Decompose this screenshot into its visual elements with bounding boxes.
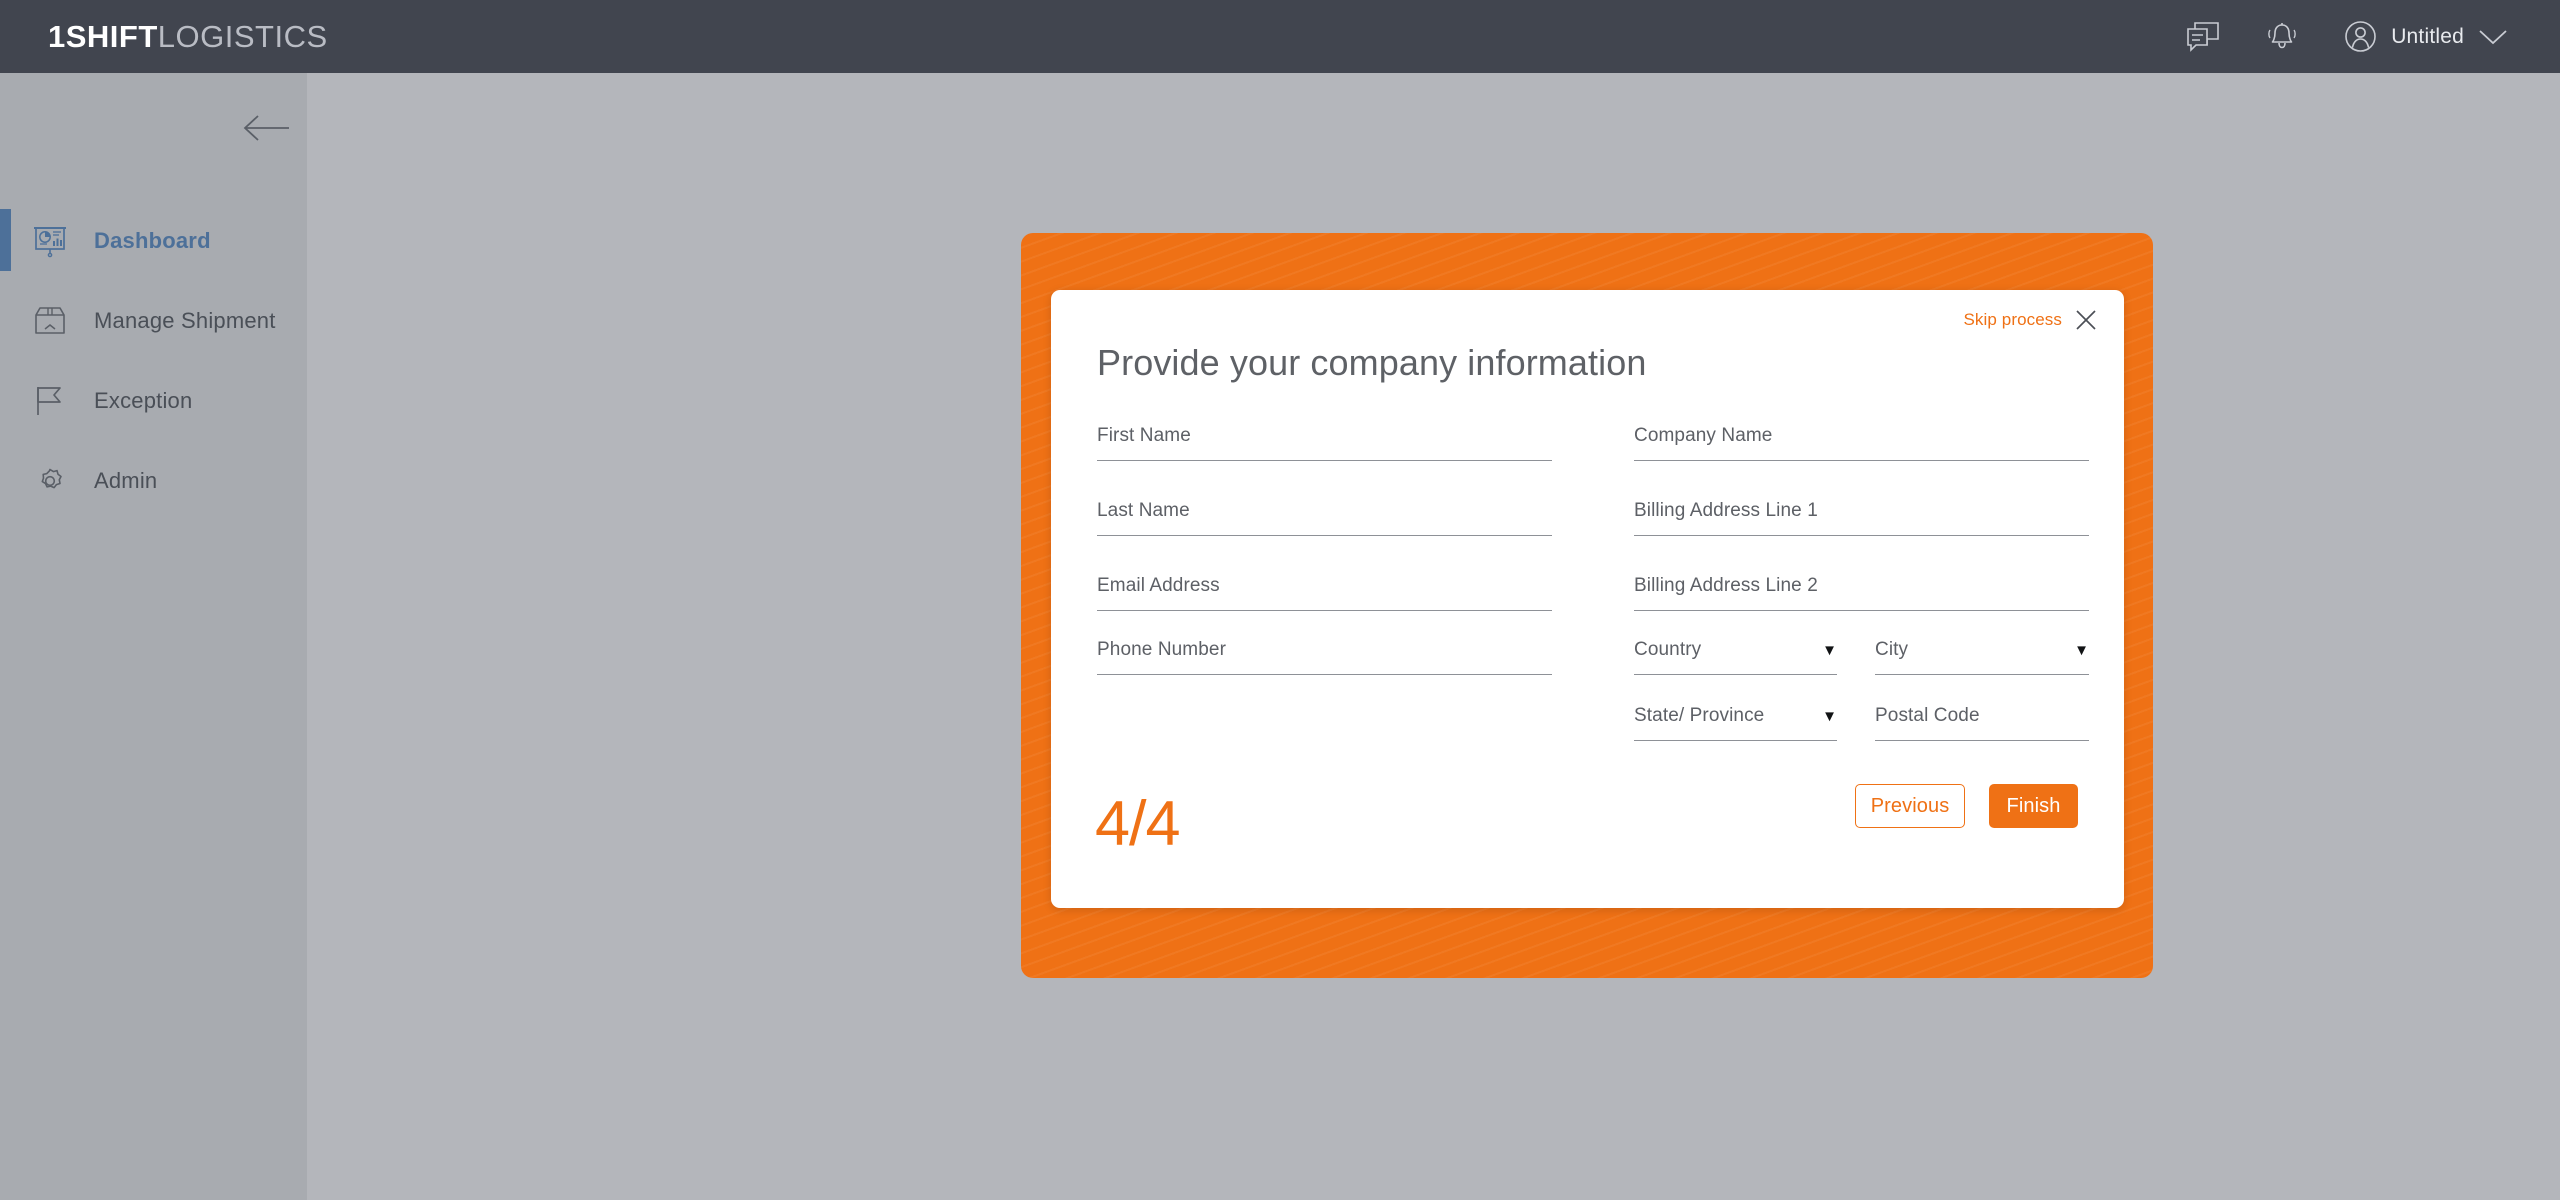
active-indicator-bar [0, 449, 11, 511]
phone-number-field[interactable]: Phone Number [1097, 639, 1552, 675]
onboarding-modal-frame: Skip process Provide your company inform… [1021, 233, 2153, 978]
logo-text-secondary: LOGISTICS [157, 19, 328, 54]
close-dialog-button[interactable] [2074, 308, 2098, 332]
chevron-down-icon [2479, 29, 2507, 44]
chevron-down-icon: ▼ [2074, 641, 2089, 659]
user-menu[interactable]: Untitled [2344, 20, 2508, 53]
field-underline [1634, 535, 2089, 536]
sidebar-navigation: Dashboard Manage Shipment Exception Admi… [0, 73, 307, 1200]
last-name-field[interactable]: Last Name [1097, 500, 1552, 536]
email-address-placeholder: Email Address [1097, 575, 1220, 596]
app-logo[interactable]: 1SHIFT LOGISTICS [48, 21, 328, 52]
field-underline [1634, 674, 1837, 675]
billing-address-line-2-placeholder: Billing Address Line 2 [1634, 575, 1818, 596]
country-select[interactable]: Country ▼ [1634, 639, 1837, 675]
sidebar-item-dashboard[interactable]: Dashboard [0, 201, 307, 281]
dialog-header-actions: Skip process [1963, 308, 2098, 332]
city-select[interactable]: City ▼ [1875, 639, 2089, 675]
field-underline [1097, 674, 1552, 675]
step-counter: 4/4 [1095, 789, 1181, 859]
dialog-title: Provide your company information [1097, 342, 1647, 383]
company-name-field[interactable]: Company Name [1634, 425, 2089, 461]
city-placeholder: City [1875, 639, 1909, 660]
sidebar-item-admin[interactable]: Admin [0, 441, 307, 521]
field-underline [1097, 610, 1552, 611]
sidebar-item-label: Admin [94, 468, 158, 493]
sidebar-collapse-button[interactable] [228, 99, 308, 157]
sidebar-item-label: Exception [94, 388, 193, 413]
field-underline [1634, 610, 2089, 611]
billing-address-line-2-field[interactable]: Billing Address Line 2 [1634, 575, 2089, 611]
company-information-dialog: Skip process Provide your company inform… [1051, 290, 2124, 908]
phone-number-placeholder: Phone Number [1097, 639, 1226, 660]
field-underline [1875, 740, 2089, 741]
active-indicator-bar [0, 369, 11, 431]
chat-bubbles-icon [2187, 21, 2219, 52]
flag-icon [28, 379, 72, 423]
bell-icon [2268, 22, 2297, 48]
active-indicator-bar [0, 289, 11, 351]
user-avatar-icon [2345, 21, 2376, 52]
field-underline [1097, 535, 1552, 536]
header-actions: Untitled [2186, 20, 2508, 53]
country-placeholder: Country [1634, 639, 1702, 660]
email-address-field[interactable]: Email Address [1097, 575, 1552, 611]
logo-text-primary: 1SHIFT [48, 19, 158, 54]
last-name-placeholder: Last Name [1097, 500, 1190, 521]
billing-address-line-1-field[interactable]: Billing Address Line 1 [1634, 500, 2089, 536]
messages-button[interactable] [2186, 21, 2220, 52]
sidebar-menu-list: Dashboard Manage Shipment Exception Admi… [0, 201, 307, 521]
main-content-area: Skip process Provide your company inform… [307, 73, 2560, 1200]
package-box-icon [28, 299, 72, 343]
notifications-button[interactable] [2266, 21, 2298, 53]
sidebar-item-manage-shipment[interactable]: Manage Shipment [0, 281, 307, 361]
previous-button[interactable]: Previous [1855, 784, 1965, 828]
chevron-down-icon: ▼ [1822, 707, 1837, 725]
arrow-left-icon [243, 115, 289, 141]
sidebar-item-label: Manage Shipment [94, 308, 276, 333]
billing-address-line-1-placeholder: Billing Address Line 1 [1634, 500, 1818, 521]
postal-code-field[interactable]: Postal Code [1875, 705, 2089, 741]
field-underline [1634, 740, 1837, 741]
finish-button[interactable]: Finish [1989, 784, 2078, 828]
sidebar-item-label: Dashboard [94, 228, 211, 253]
skip-process-link[interactable]: Skip process [1963, 310, 2062, 330]
first-name-placeholder: First Name [1097, 425, 1191, 446]
dialog-footer-buttons: Previous Finish [1855, 784, 2078, 828]
company-name-placeholder: Company Name [1634, 425, 1773, 446]
field-underline [1097, 460, 1552, 461]
close-x-icon [2076, 310, 2096, 330]
username-label: Untitled [2391, 24, 2464, 48]
postal-code-placeholder: Postal Code [1875, 705, 1980, 726]
first-name-field[interactable]: First Name [1097, 425, 1552, 461]
active-indicator-bar [0, 209, 11, 271]
state-province-placeholder: State/ Province [1634, 705, 1765, 726]
state-province-select[interactable]: State/ Province ▼ [1634, 705, 1837, 741]
chevron-down-icon: ▼ [1822, 641, 1837, 659]
field-underline [1634, 460, 2089, 461]
field-underline [1875, 674, 2089, 675]
top-header-bar: 1SHIFT LOGISTICS Untitled [0, 0, 2560, 73]
gear-icon [28, 459, 72, 503]
presentation-chart-icon [28, 219, 72, 263]
sidebar-item-exception[interactable]: Exception [0, 361, 307, 441]
